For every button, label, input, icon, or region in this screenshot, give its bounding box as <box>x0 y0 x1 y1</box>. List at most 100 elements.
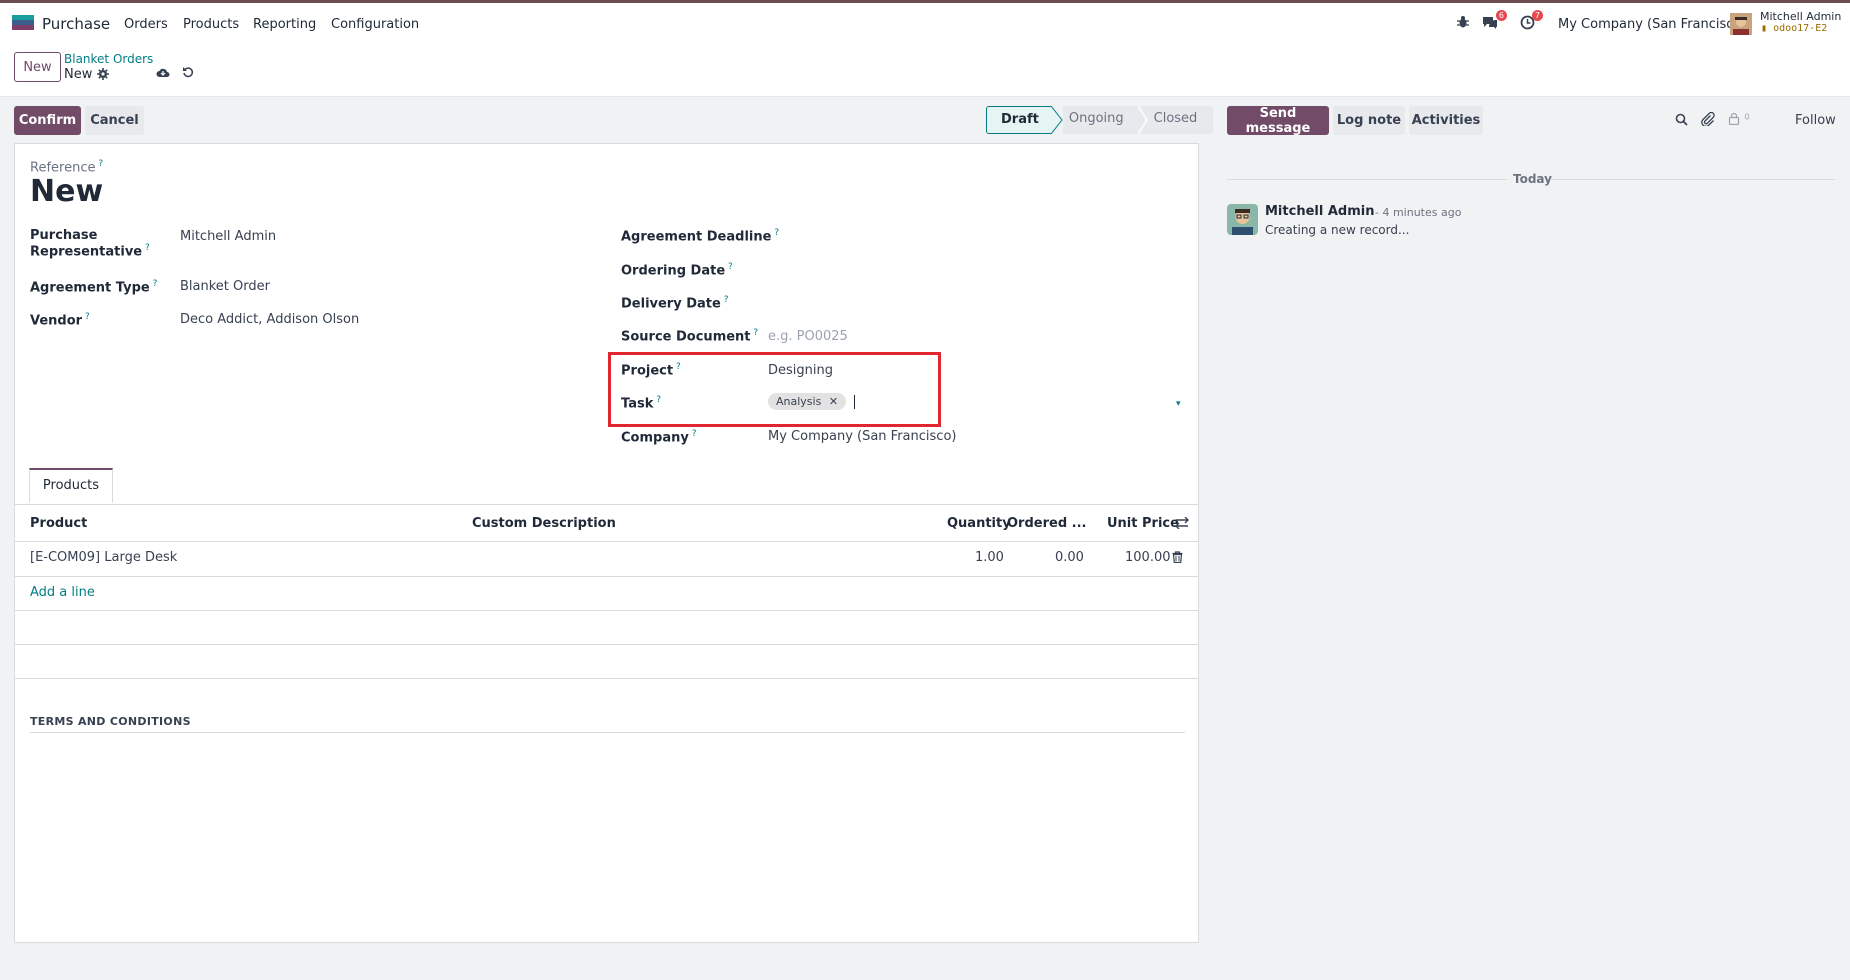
vendor-label-text: Vendor <box>30 313 83 329</box>
follow-button[interactable]: Follow <box>1795 113 1836 128</box>
purchase-rep-label-line2: Representative <box>30 244 143 260</box>
main-navbar: Purchase Orders Products Reporting Confi… <box>0 3 1850 45</box>
row-divider <box>15 644 1198 645</box>
reference-value[interactable]: New <box>30 174 103 209</box>
terms-title: TERMS AND CONDITIONS <box>30 715 191 728</box>
date-separator-line-left <box>1227 179 1507 180</box>
purchase-app-icon[interactable] <box>12 15 34 31</box>
tab-products[interactable]: Products <box>29 468 113 503</box>
status-arrow <box>1137 106 1148 134</box>
status-closed[interactable]: Closed <box>1147 106 1214 134</box>
source-document-label-text: Source Document <box>621 329 751 345</box>
status-arrow <box>1050 106 1063 134</box>
agreement-type-label-text: Agreement Type <box>30 280 150 296</box>
log-note-button[interactable]: Log note <box>1333 106 1405 135</box>
row-divider <box>15 610 1198 611</box>
status-draft-label: Draft <box>1001 112 1039 127</box>
delete-trash-icon[interactable] <box>1172 551 1183 567</box>
column-custom-description[interactable]: Custom Description <box>472 516 616 531</box>
cancel-button[interactable]: Cancel <box>85 106 144 135</box>
menu-products[interactable]: Products <box>183 17 239 32</box>
save-cloud-icon[interactable] <box>156 67 170 82</box>
dropdown-caret-icon[interactable]: ▾ <box>1176 399 1181 409</box>
menu-reporting[interactable]: Reporting <box>253 17 316 32</box>
send-message-button[interactable]: Send message <box>1227 106 1329 136</box>
row-divider <box>15 576 1198 577</box>
message-body: Creating a new record... <box>1265 223 1410 237</box>
agreement-deadline-field[interactable] <box>768 228 1188 246</box>
app-name[interactable]: Purchase <box>42 15 110 33</box>
confirm-button[interactable]: Confirm <box>14 106 81 135</box>
row-unit-price[interactable]: 100.00 <box>1125 550 1171 565</box>
agreement-deadline-label: Agreement Deadline ? <box>621 228 780 245</box>
status-bar: Draft Ongoing Closed <box>986 106 1214 134</box>
vendor-label: Vendor ? <box>30 312 90 329</box>
status-closed-label: Closed <box>1153 111 1198 126</box>
row-ordered: 0.00 <box>1055 550 1084 565</box>
column-quantity[interactable]: Quantity <box>947 516 1011 531</box>
source-document-label: Source Document ? <box>621 328 759 345</box>
followers-lock-icon[interactable]: 0 <box>1728 112 1750 129</box>
source-document-input[interactable]: e.g. PO0025 <box>768 329 848 344</box>
delivery-date-label-text: Delivery Date <box>621 296 721 312</box>
column-product[interactable]: Product <box>30 516 87 531</box>
company-label: Company ? <box>621 429 697 446</box>
company-label-text: Company <box>621 430 689 446</box>
row-quantity[interactable]: 1.00 <box>975 550 1004 565</box>
breadcrumb-blanket-orders[interactable]: Blanket Orders <box>64 52 153 66</box>
menu-orders[interactable]: Orders <box>124 17 168 32</box>
activities-button[interactable]: Activities <box>1409 106 1483 135</box>
database-label: odoo17-E2 <box>1773 23 1828 34</box>
table-header-divider <box>15 541 1198 542</box>
agreement-type-field[interactable]: Blanket Order <box>180 279 270 294</box>
status-ongoing[interactable]: Ongoing <box>1062 106 1138 134</box>
date-separator-line-right <box>1550 179 1835 180</box>
paperclip-icon[interactable] <box>1701 111 1715 130</box>
purchase-rep-field[interactable]: Mitchell Admin <box>180 229 276 244</box>
agreement-deadline-label-text: Agreement Deadline <box>621 229 772 245</box>
database-name: ▮ odoo17-E2 <box>1761 23 1827 34</box>
optional-columns-icon[interactable] <box>1175 516 1189 533</box>
new-button[interactable]: New <box>14 52 61 82</box>
debug-bug-icon[interactable] <box>1456 15 1470 29</box>
row-product[interactable]: [E-COM09] Large Desk <box>30 550 177 565</box>
vendor-field[interactable]: Deco Addict, Addison Olson <box>180 312 359 327</box>
company-switcher[interactable]: My Company (San Francisco) <box>1558 17 1746 32</box>
author-avatar[interactable] <box>1227 204 1258 235</box>
message-time: - 4 minutes ago <box>1375 206 1462 219</box>
date-separator: Today <box>1513 172 1552 186</box>
user-name[interactable]: Mitchell Admin <box>1760 10 1841 23</box>
company-field[interactable]: My Company (San Francisco) <box>768 429 956 444</box>
messages-icon[interactable]: 6 <box>1481 10 1507 30</box>
breadcrumb-current: New <box>64 67 93 82</box>
ordering-date-label-text: Ordering Date <box>621 263 726 279</box>
tab-divider <box>15 504 1198 505</box>
purchase-rep-label-line1: Purchase <box>30 228 98 243</box>
database-icon: ▮ <box>1761 23 1768 34</box>
menu-configuration[interactable]: Configuration <box>331 17 419 32</box>
status-ongoing-label: Ongoing <box>1068 111 1124 126</box>
user-avatar[interactable] <box>1730 13 1752 35</box>
reference-label: Reference ? <box>30 159 104 176</box>
search-icon[interactable] <box>1675 113 1688 130</box>
gear-icon[interactable] <box>97 68 109 84</box>
control-panel: New Blanket Orders New <box>0 45 1850 97</box>
highlight-box <box>608 352 941 427</box>
followers-count: 0 <box>1744 112 1750 122</box>
purchase-rep-label: Purchase Representative ? <box>30 228 150 260</box>
ordering-date-field[interactable] <box>768 262 1188 280</box>
activities-clock-icon[interactable]: 7 <box>1520 10 1543 30</box>
message-author[interactable]: Mitchell Admin <box>1265 204 1374 219</box>
column-unit-price[interactable]: Unit Price <box>1107 516 1179 531</box>
delivery-date-field[interactable] <box>768 295 1188 313</box>
status-draft[interactable]: Draft <box>986 106 1051 134</box>
delivery-date-label: Delivery Date ? <box>621 295 729 312</box>
discard-undo-icon[interactable] <box>182 66 194 82</box>
terms-editor[interactable] <box>30 739 1185 919</box>
add-line-link[interactable]: Add a line <box>30 585 95 600</box>
ordering-date-label: Ordering Date ? <box>621 262 733 279</box>
activities-badge: 7 <box>1531 10 1543 21</box>
row-divider <box>15 678 1198 679</box>
column-ordered[interactable]: Ordered ... <box>1007 516 1086 531</box>
terms-divider <box>30 732 1185 733</box>
